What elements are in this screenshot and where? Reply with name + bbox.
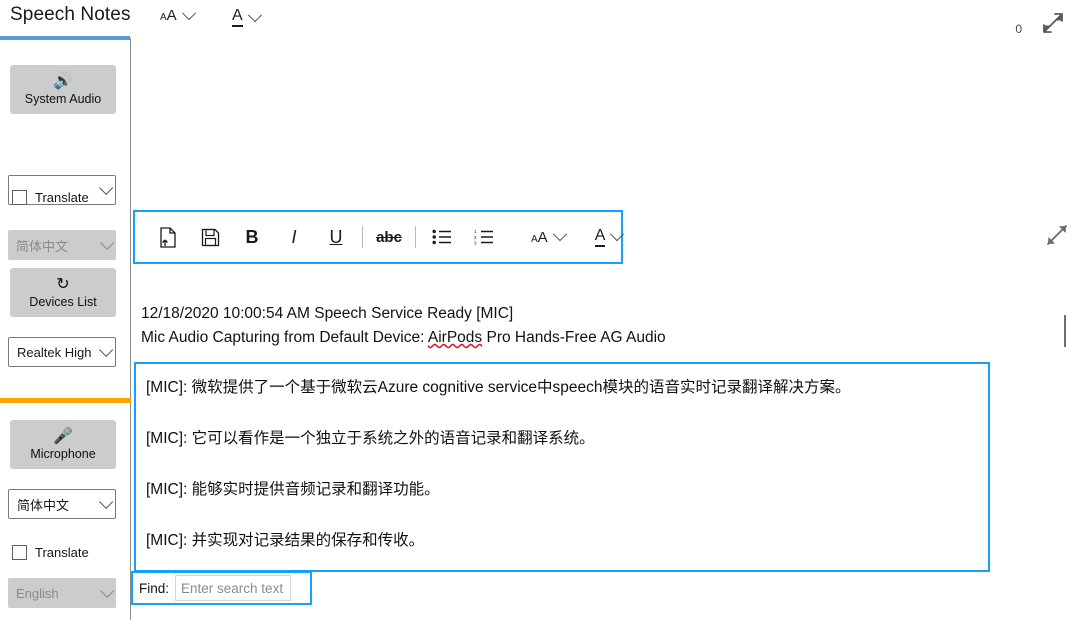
status-line-2-prefix: Mic Audio Capturing from Default Device: <box>141 329 428 346</box>
microphone-button-label: Microphone <box>30 447 96 461</box>
speaker-icon: 🔊 <box>53 73 73 90</box>
checkbox-icon <box>12 545 27 560</box>
system-audio-translate-language-value: 简体中文 <box>16 238 69 254</box>
toolbar-font-color-tool[interactable]: A <box>587 218 631 256</box>
header-font-color-tool[interactable]: A <box>232 7 262 27</box>
chevron-down-icon <box>99 180 114 195</box>
character-counter: 0 <box>1015 22 1022 36</box>
svg-text:1: 1 <box>474 229 477 234</box>
status-text: 12/18/2020 10:00:54 AM Speech Service Re… <box>141 302 666 350</box>
status-line-2-suffix: Pro Hands-Free AG Audio <box>482 329 666 346</box>
font-size-icon: AA <box>160 7 177 24</box>
microphone-icon: 🎤 <box>53 428 73 445</box>
transcript-panel[interactable]: [MIC]: 微软提供了一个基于微软云Azure cognitive servi… <box>134 362 990 572</box>
numbered-list-button[interactable]: 1 2 3 <box>463 218 505 256</box>
find-bar: Find: <box>131 571 312 605</box>
microphone-translate-language-value: English <box>16 585 59 601</box>
chevron-down-icon <box>99 494 114 509</box>
app-header: Speech Notes AA A 0 <box>0 0 1080 38</box>
italic-button[interactable]: I <box>273 218 315 256</box>
header-font-size-tool[interactable]: AA <box>160 5 196 24</box>
new-file-icon <box>159 226 176 248</box>
refresh-icon: ↻ <box>56 276 70 293</box>
font-color-icon: A <box>232 8 243 27</box>
system-audio-translate-label: Translate <box>35 190 89 205</box>
chevron-down-icon <box>247 7 262 22</box>
device-select[interactable]: Realtek High <box>8 337 116 367</box>
new-file-button[interactable] <box>147 218 189 256</box>
status-line-2-device: AirPods <box>427 329 483 346</box>
system-audio-translate-checkbox[interactable]: Translate <box>12 190 89 205</box>
main-content: B I U abc 1 2 3 AA A 12/18/2020 10:00:54… <box>131 40 1080 620</box>
font-size-icon: AA <box>531 228 548 246</box>
underline-button[interactable]: U <box>315 218 357 256</box>
chevron-down-icon <box>99 342 114 357</box>
microphone-translate-language-select[interactable]: English <box>8 578 116 608</box>
save-button[interactable] <box>189 218 231 256</box>
devices-list-button-label: Devices List <box>29 295 97 309</box>
devices-list-button[interactable]: ↻ Devices List <box>10 268 116 317</box>
microphone-language-select[interactable]: 简体中文 <box>8 489 116 519</box>
section-accent-bar-tick <box>124 398 131 403</box>
transcript-line: [MIC]: 能够实时提供音频记录和翻译功能。 <box>146 481 440 498</box>
expand-window-button[interactable] <box>1040 10 1066 36</box>
transcript-line: [MIC]: 并实现对记录结果的保存和传收。 <box>146 532 425 549</box>
section-accent-bar <box>0 398 131 403</box>
find-label: Find: <box>139 580 170 596</box>
chevron-down-icon <box>100 583 115 598</box>
toolbar-font-size-tool[interactable]: AA <box>523 218 573 256</box>
microphone-language-value: 简体中文 <box>17 497 70 513</box>
system-audio-button[interactable]: 🔊 System Audio <box>10 65 116 114</box>
page-title: Speech Notes <box>10 4 131 25</box>
system-audio-translate-language-select[interactable]: 简体中文 <box>8 230 116 260</box>
numbered-list-icon: 1 2 3 <box>474 229 493 245</box>
text-caret <box>1064 315 1066 347</box>
svg-text:2: 2 <box>474 235 477 240</box>
font-color-icon: A <box>594 227 606 247</box>
status-line-2: Mic Audio Capturing from Default Device:… <box>141 326 666 350</box>
strikethrough-button[interactable]: abc <box>368 218 410 256</box>
system-audio-button-label: System Audio <box>24 92 102 106</box>
bullet-list-button[interactable] <box>421 218 463 256</box>
chevron-down-icon <box>552 227 567 242</box>
chevron-down-icon <box>181 5 196 20</box>
expand-diagonal-icon <box>1043 13 1063 33</box>
format-toolbar: B I U abc 1 2 3 AA A <box>133 210 625 264</box>
svg-text:3: 3 <box>474 240 477 245</box>
checkbox-icon <box>12 190 27 205</box>
status-line-1: 12/18/2020 10:00:54 AM Speech Service Re… <box>141 305 514 322</box>
toolbar-separator <box>415 226 416 248</box>
save-disk-icon <box>201 228 219 246</box>
device-select-value: Realtek High <box>17 344 92 360</box>
microphone-translate-checkbox[interactable]: Translate <box>12 545 89 560</box>
transcript-line: [MIC]: 微软提供了一个基于微软云Azure cognitive servi… <box>146 379 851 396</box>
chevron-down-icon <box>100 235 115 250</box>
expand-editor-button[interactable] <box>1044 222 1070 248</box>
microphone-translate-label: Translate <box>35 545 89 560</box>
chevron-down-icon <box>610 227 625 242</box>
bold-button[interactable]: B <box>231 218 273 256</box>
search-input[interactable] <box>175 575 292 601</box>
sidebar: 🔊 System Audio Translate 简体中文 ↻ Devices … <box>0 40 130 620</box>
toolbar-separator <box>362 226 363 248</box>
expand-diagonal-icon <box>1047 225 1067 245</box>
transcript-line: [MIC]: 它可以看作是一个独立于系统之外的语音记录和翻译系统。 <box>146 430 595 447</box>
microphone-button[interactable]: 🎤 Microphone <box>10 420 116 469</box>
bullet-list-icon <box>432 229 451 245</box>
